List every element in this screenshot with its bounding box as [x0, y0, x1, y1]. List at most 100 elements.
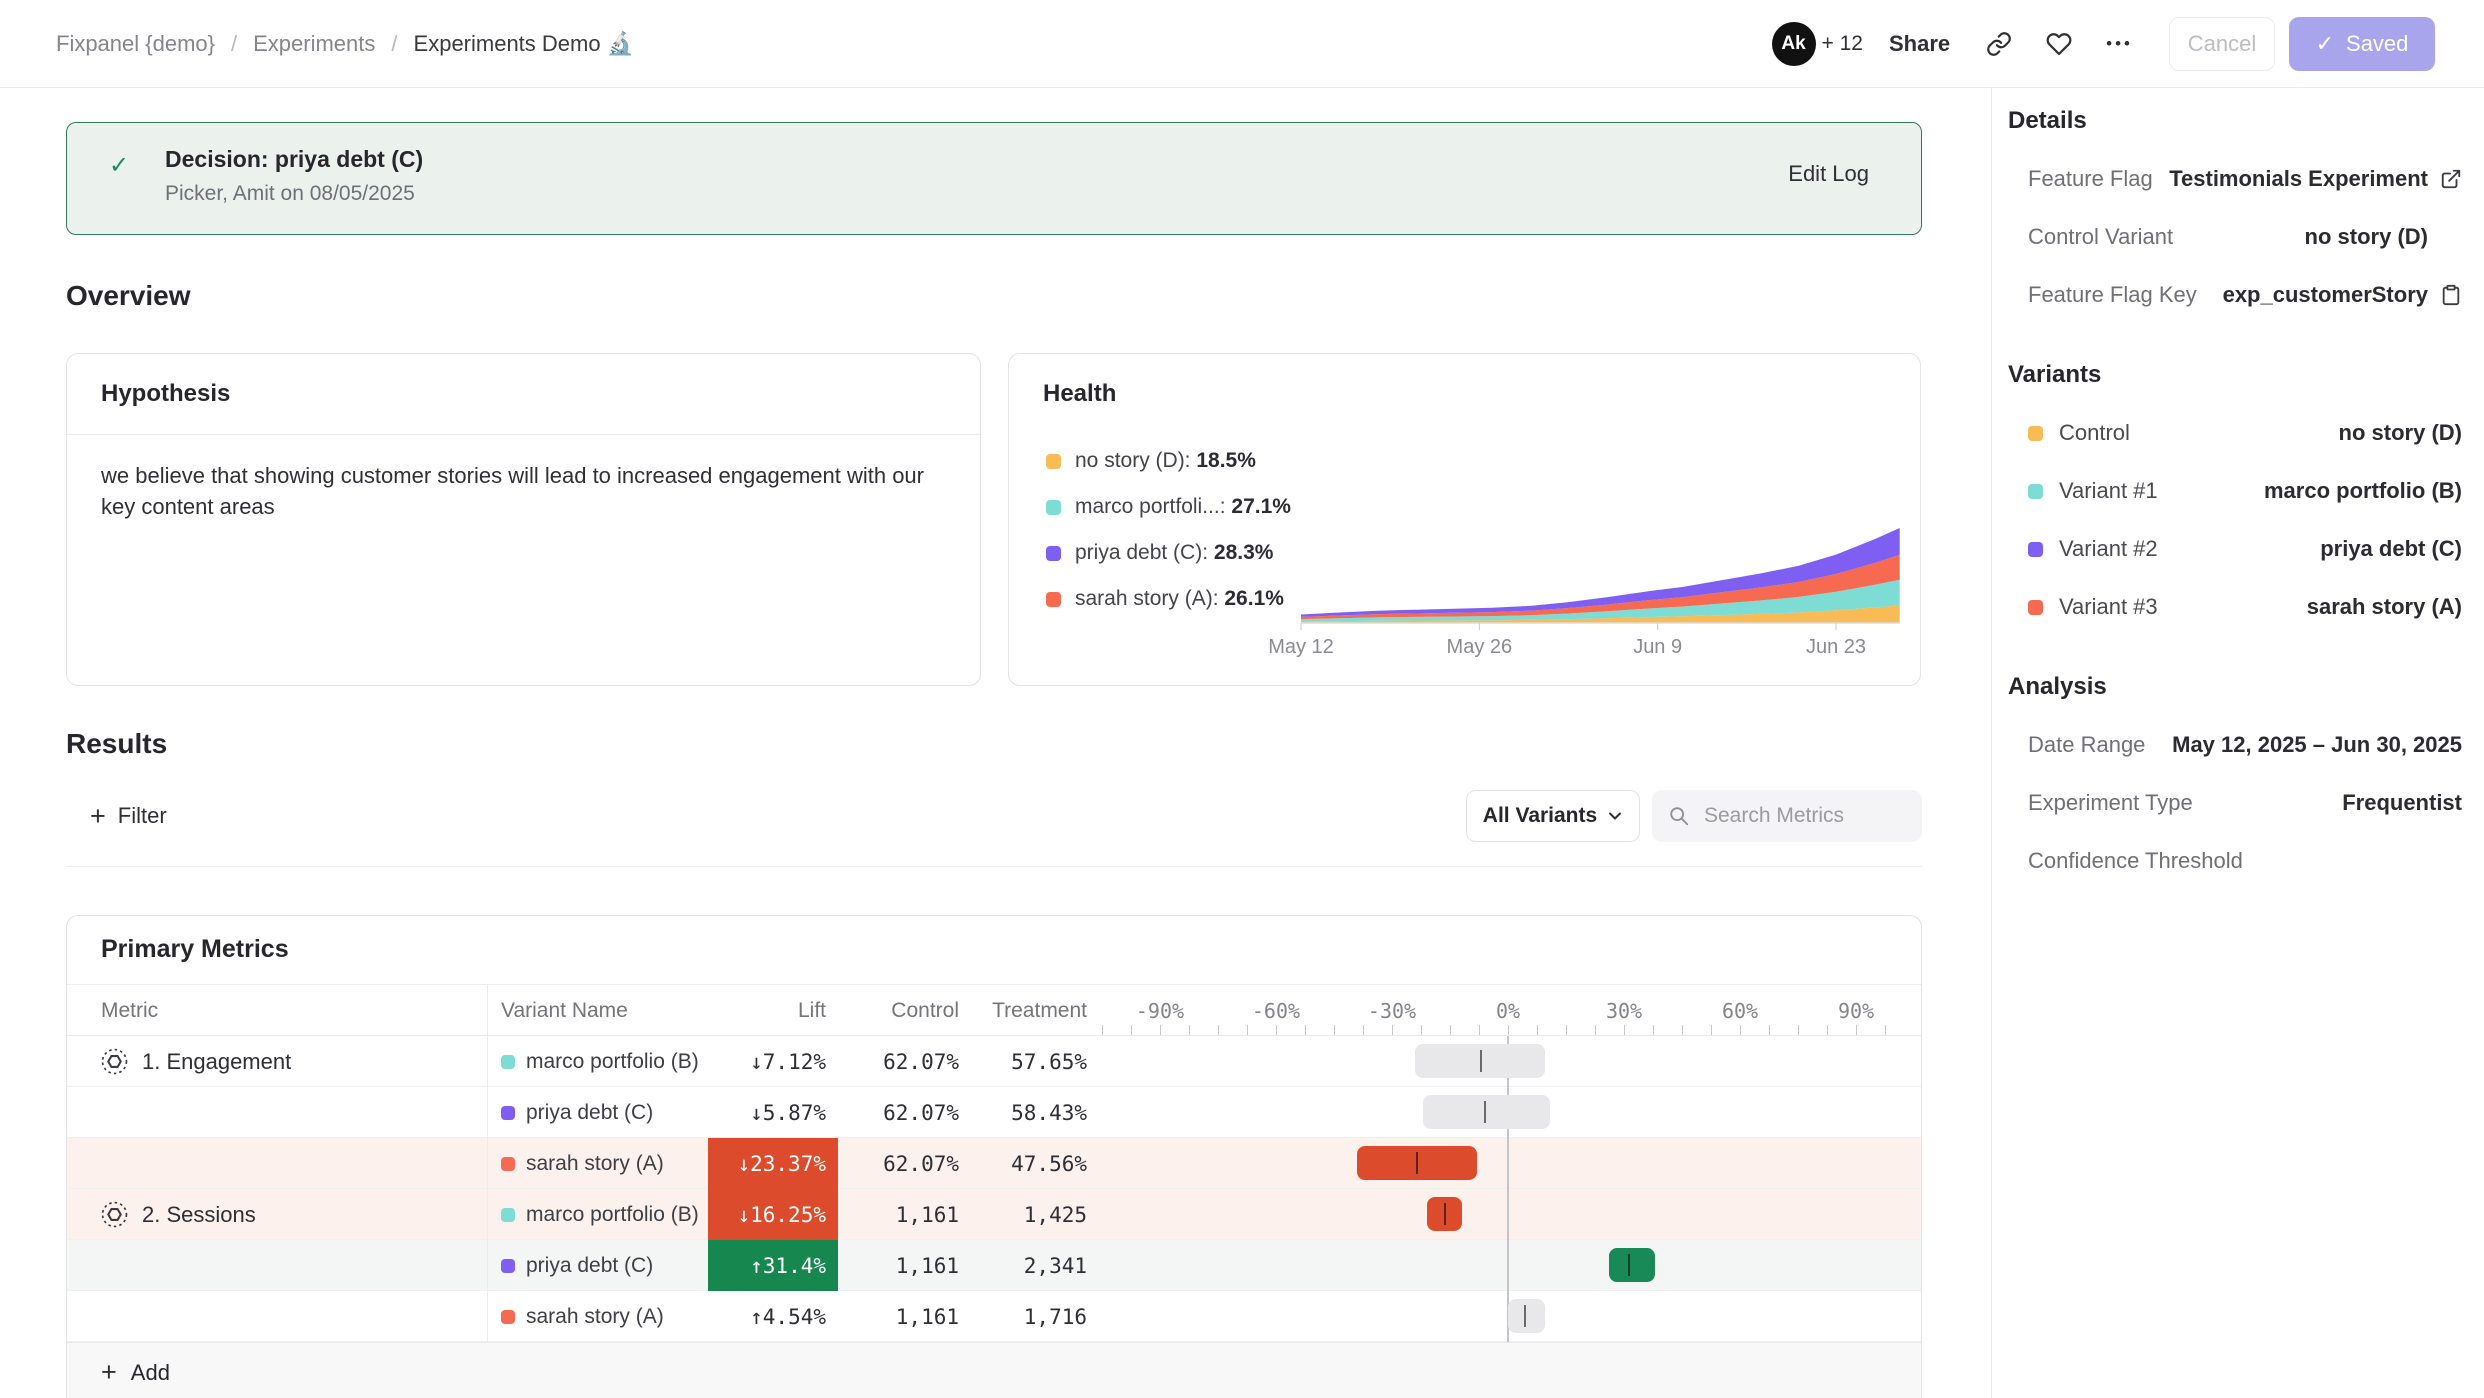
metric-name: 1. Engagement — [101, 1036, 291, 1087]
variant-name-cell: priya debt (C) — [501, 1087, 653, 1138]
variant-row: Variant #2 priya debt (C) — [1992, 520, 2484, 578]
avatar[interactable]: Ak — [1772, 22, 1816, 66]
variant-name: sarah story (A) — [526, 1305, 664, 1329]
filter-button[interactable]: + Filter — [90, 790, 167, 842]
breadcrumb-workspace[interactable]: Fixpanel {demo} — [56, 31, 215, 57]
ci-ruler-tick — [1334, 1025, 1335, 1035]
add-metric-button[interactable]: + Add — [101, 1359, 170, 1386]
variant-row: Variant #1marco portfolio (B) — [1992, 462, 2484, 520]
analysis-section: Date RangeMay 12, 2025 – Jun 30, 2025Exp… — [1992, 716, 2484, 890]
heart-icon[interactable] — [2046, 31, 2072, 57]
ci-ruler-tick — [1624, 1025, 1625, 1035]
variant-value: priya debt (C) — [2320, 536, 2462, 562]
cancel-button[interactable]: Cancel — [2169, 17, 2275, 71]
ci-bar — [1609, 1248, 1655, 1282]
ci-axis-label: 90% — [1838, 999, 1874, 1023]
variant-color-chip — [2028, 600, 2043, 615]
metric-table-row: priya debt (C)↓5.87%62.07%58.43% — [67, 1087, 1921, 1138]
more-menu-icon[interactable]: ••• — [2106, 34, 2133, 54]
lift-badge: ↑31.4% — [708, 1240, 838, 1291]
variant-value: marco portfolio (B) — [2264, 478, 2462, 504]
plus-icon: + — [101, 1359, 117, 1386]
saved-button[interactable]: ✓ Saved — [2289, 17, 2435, 71]
all-variants-dropdown[interactable]: All Variants — [1466, 790, 1640, 842]
link-icon[interactable] — [1986, 31, 2012, 57]
variant-name: marco portfolio (B) — [526, 1050, 699, 1074]
ci-ruler-tick — [1508, 1025, 1509, 1035]
control-value: 62.07% — [839, 1138, 959, 1189]
analysis-row: Experiment TypeFrequentist — [1992, 774, 2484, 832]
decision-byline: Picker, Amit on 08/05/2025 — [165, 182, 415, 206]
ci-ruler-tick — [1479, 1025, 1480, 1035]
ci-ruler-tick — [1218, 1025, 1219, 1035]
ci-ruler-tick — [1363, 1025, 1364, 1035]
detail-label: Feature Flag Key — [2028, 282, 2197, 308]
breadcrumb: Fixpanel {demo} / Experiments / Experime… — [56, 31, 634, 57]
variant-label: Control — [2059, 420, 2130, 446]
avatar-overflow-count[interactable]: + 12 — [1822, 32, 1863, 56]
variant-color-chip — [501, 1208, 515, 1222]
variant-name-cell: sarah story (A) — [501, 1138, 664, 1189]
ci-ruler-tick — [1798, 1025, 1799, 1035]
detail-value[interactable]: Testimonials Experiment — [2169, 166, 2428, 192]
variant-name-cell: sarah story (A) — [501, 1291, 664, 1342]
control-value: 62.07% — [839, 1087, 959, 1138]
all-variants-label: All Variants — [1483, 804, 1597, 828]
metric-table-row: sarah story (A)↓23.37%62.07%47.56% — [67, 1138, 1921, 1189]
add-metric-bar: + Add — [67, 1342, 1921, 1398]
metric-label: 2. Sessions — [142, 1202, 256, 1228]
legend-item: priya debt (C): 28.3% — [1046, 530, 1291, 576]
copy-icon[interactable] — [2440, 284, 2462, 306]
analysis-row: Confidence Threshold — [1992, 832, 2484, 890]
ci-ruler-tick — [1740, 1025, 1741, 1035]
ci-ruler-tick — [1769, 1025, 1770, 1035]
ci-bar — [1427, 1197, 1462, 1231]
variant-color-chip — [2028, 484, 2043, 499]
ci-ruler-tick — [1537, 1025, 1538, 1035]
breadcrumb-experiments[interactable]: Experiments — [253, 31, 375, 57]
detail-value: no story (D) — [2305, 224, 2428, 250]
variant-name: priya debt (C) — [526, 1254, 653, 1278]
lift-value: ↑4.54% — [708, 1291, 838, 1342]
legend-label: sarah story (A): 26.1% — [1075, 587, 1284, 611]
analysis-value: May 12, 2025 – Jun 30, 2025 — [2172, 732, 2462, 758]
ci-axis-label: -60% — [1252, 999, 1300, 1023]
health-card: Health no story (D): 18.5%marco portfoli… — [1008, 353, 1921, 686]
search-metrics-box — [1652, 790, 1922, 842]
variant-name: sarah story (A) — [526, 1152, 664, 1176]
variant-color-chip — [501, 1259, 515, 1273]
health-chart: May 12May 26Jun 9Jun 23 — [1301, 518, 1911, 658]
variant-name-cell: priya debt (C) — [501, 1240, 653, 1291]
treatment-value: 57.65% — [967, 1036, 1087, 1087]
legend-color-chip — [1046, 546, 1061, 561]
metric-table-row: 1. Engagementmarco portfolio (B)↓7.12%62… — [67, 1036, 1921, 1087]
ci-ruler-tick — [1595, 1025, 1596, 1035]
external-link-icon[interactable] — [2440, 168, 2462, 190]
ci-ruler-tick — [1711, 1025, 1712, 1035]
decision-banner: ✓ Decision: priya debt (C) Picker, Amit … — [66, 122, 1922, 235]
legend-item: marco portfoli...: 27.1% — [1046, 484, 1291, 530]
primary-metrics-title: Primary Metrics — [101, 935, 289, 964]
analysis-label: Experiment Type — [2028, 790, 2193, 816]
breadcrumb-current: Experiments Demo 🔬 — [414, 31, 635, 57]
variant-name-cell: marco portfolio (B) — [501, 1189, 699, 1240]
treatment-value: 58.43% — [967, 1087, 1087, 1138]
variant-name-cell: marco portfolio (B) — [501, 1036, 699, 1087]
control-value: 1,161 — [839, 1189, 959, 1240]
ci-axis-label: 0% — [1496, 999, 1520, 1023]
control-value: 1,161 — [839, 1240, 959, 1291]
ci-ruler-tick — [1102, 1025, 1103, 1035]
ci-axis-label: 30% — [1606, 999, 1642, 1023]
ci-bar — [1508, 1299, 1545, 1333]
control-value: 62.07% — [839, 1036, 959, 1087]
health-x-tick-label: Jun 9 — [1633, 636, 1682, 658]
column-metric: Metric — [101, 999, 158, 1023]
edit-log-button[interactable]: Edit Log — [1788, 161, 1869, 187]
search-metrics-input[interactable] — [1702, 803, 1906, 829]
variant-label: Variant #2 — [2059, 536, 2158, 562]
results-heading: Results — [66, 728, 167, 760]
hypothesis-title: Hypothesis — [101, 380, 230, 408]
share-button[interactable]: Share — [1889, 31, 1950, 57]
details-section: Feature FlagTestimonials ExperimentContr… — [1992, 150, 2484, 324]
column-variant-name: Variant Name — [501, 999, 628, 1023]
